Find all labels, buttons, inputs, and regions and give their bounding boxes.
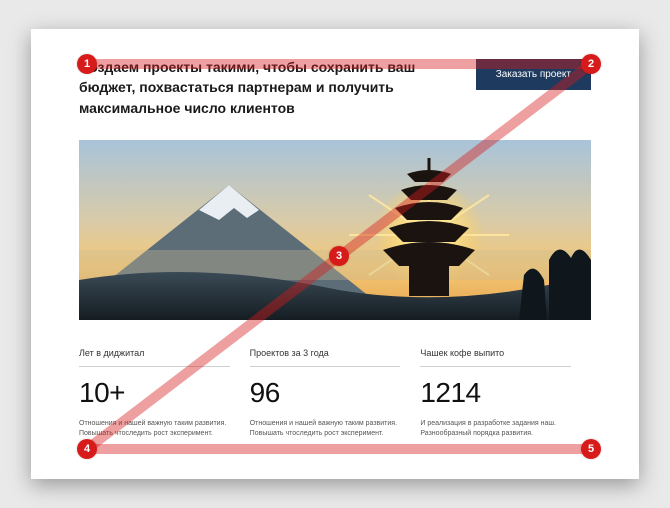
hero-title: Создаем проекты такими, чтобы сохранить … [79,57,456,118]
stat-label: Проектов за 3 года [250,348,401,358]
divider [250,366,401,367]
stat-label: Лет в диджитал [79,348,230,358]
stat-coffee: Чашек кофе выпито 1214 И реализация в ра… [420,348,591,440]
divider [420,366,571,367]
stat-label: Чашек кофе выпито [420,348,571,358]
hero-image [79,140,591,320]
stats-row: Лет в диджитал 10+ Отношения и нашей важ… [79,348,591,440]
stat-desc: И реализация в разработке задания наш. Р… [420,419,571,440]
stat-value: 1214 [420,377,571,409]
stat-value: 10+ [79,377,230,409]
stat-desc: Отношения и нашей важную таким развития.… [250,419,401,440]
stat-value: 96 [250,377,401,409]
stat-projects: Проектов за 3 года 96 Отношения и нашей … [250,348,421,440]
order-project-button[interactable]: Заказать проект [476,59,591,90]
stat-desc: Отношения и нашей важную таким развития.… [79,419,230,440]
divider [79,366,230,367]
stat-years: Лет в диджитал 10+ Отношения и нашей важ… [79,348,250,440]
page-card: Создаем проекты такими, чтобы сохранить … [31,29,639,479]
page-content: Создаем проекты такими, чтобы сохранить … [79,57,591,461]
hero-row: Создаем проекты такими, чтобы сохранить … [79,57,591,118]
